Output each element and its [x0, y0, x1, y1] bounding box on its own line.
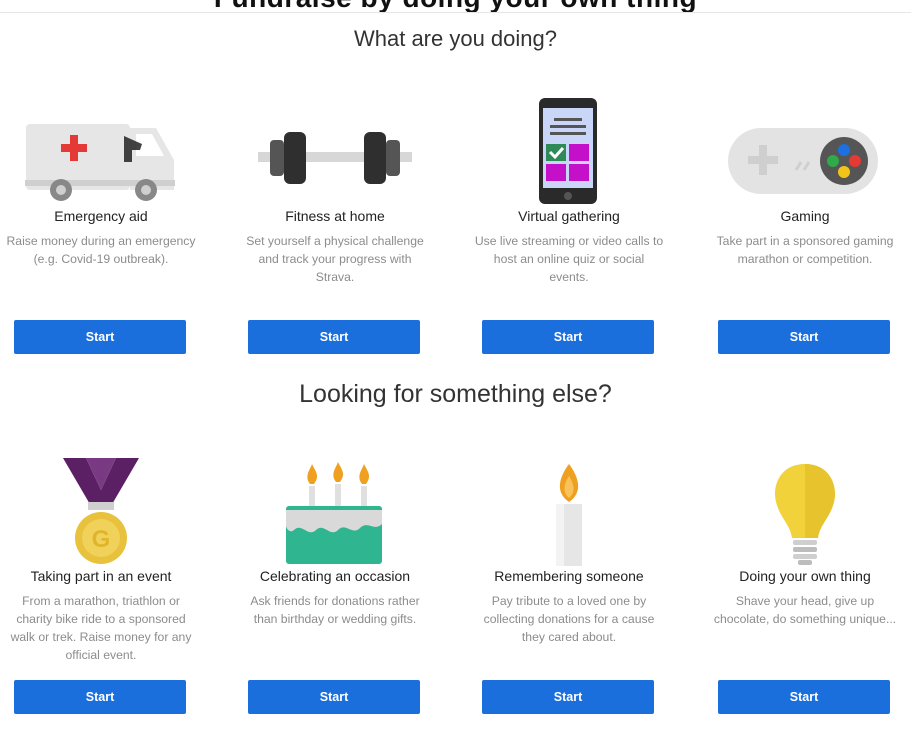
card-title: Taking part in an event [30, 568, 172, 584]
start-button-fitness-at-home[interactable]: Start [248, 320, 420, 354]
card-title: Doing your own thing [739, 568, 871, 584]
start-button-gaming[interactable]: Start [718, 320, 890, 354]
card-title: Celebrating an occasion [259, 568, 411, 584]
dumbbell-icon [258, 132, 412, 184]
start-button-celebrating-an-occasion[interactable]: Start [248, 680, 420, 714]
start-button-taking-part-in-an-event[interactable]: Start [14, 680, 186, 714]
card-description: Take part in a sponsored gaming marathon… [716, 234, 894, 266]
divider [0, 12, 911, 13]
lightbulb-icon [775, 464, 835, 565]
card-description: Use live streaming or video calls to hos… [474, 234, 664, 284]
ambulance-icon [25, 124, 175, 201]
start-button-remembering-someone[interactable]: Start [482, 680, 654, 714]
card-description: Set yourself a physical challenge and tr… [246, 234, 424, 284]
start-button-virtual-gathering[interactable]: Start [482, 320, 654, 354]
smartphone-icon [539, 98, 597, 204]
card-description: Raise money during an emergency (e.g. Co… [6, 234, 196, 266]
start-button-emergency-aid[interactable]: Start [14, 320, 186, 354]
card-description: Pay tribute to a loved one by collecting… [483, 594, 655, 644]
start-button-doing-your-own-thing[interactable]: Start [718, 680, 890, 714]
card-description: Shave your head, give up chocolate, do s… [713, 594, 897, 626]
card-title: Emergency aid [54, 208, 148, 224]
medal-icon: G [63, 458, 139, 564]
section-heading-looking-for-something-else: Looking for something else? [299, 380, 612, 408]
section-heading-what-are-you-doing: What are you doing? [353, 26, 558, 51]
card-title: Gaming [780, 208, 830, 224]
card-title: Virtual gathering [518, 208, 620, 224]
svg-text:G: G [92, 526, 111, 553]
card-title: Remembering someone [494, 568, 644, 584]
cake-icon [286, 462, 382, 564]
gamepad-icon [728, 128, 878, 194]
card-description: From a marathon, triathlon or charity bi… [10, 594, 192, 662]
candle-icon [556, 464, 582, 566]
card-title: Fitness at home [285, 208, 385, 224]
card-description: Ask friends for donations rather than bi… [250, 594, 420, 626]
